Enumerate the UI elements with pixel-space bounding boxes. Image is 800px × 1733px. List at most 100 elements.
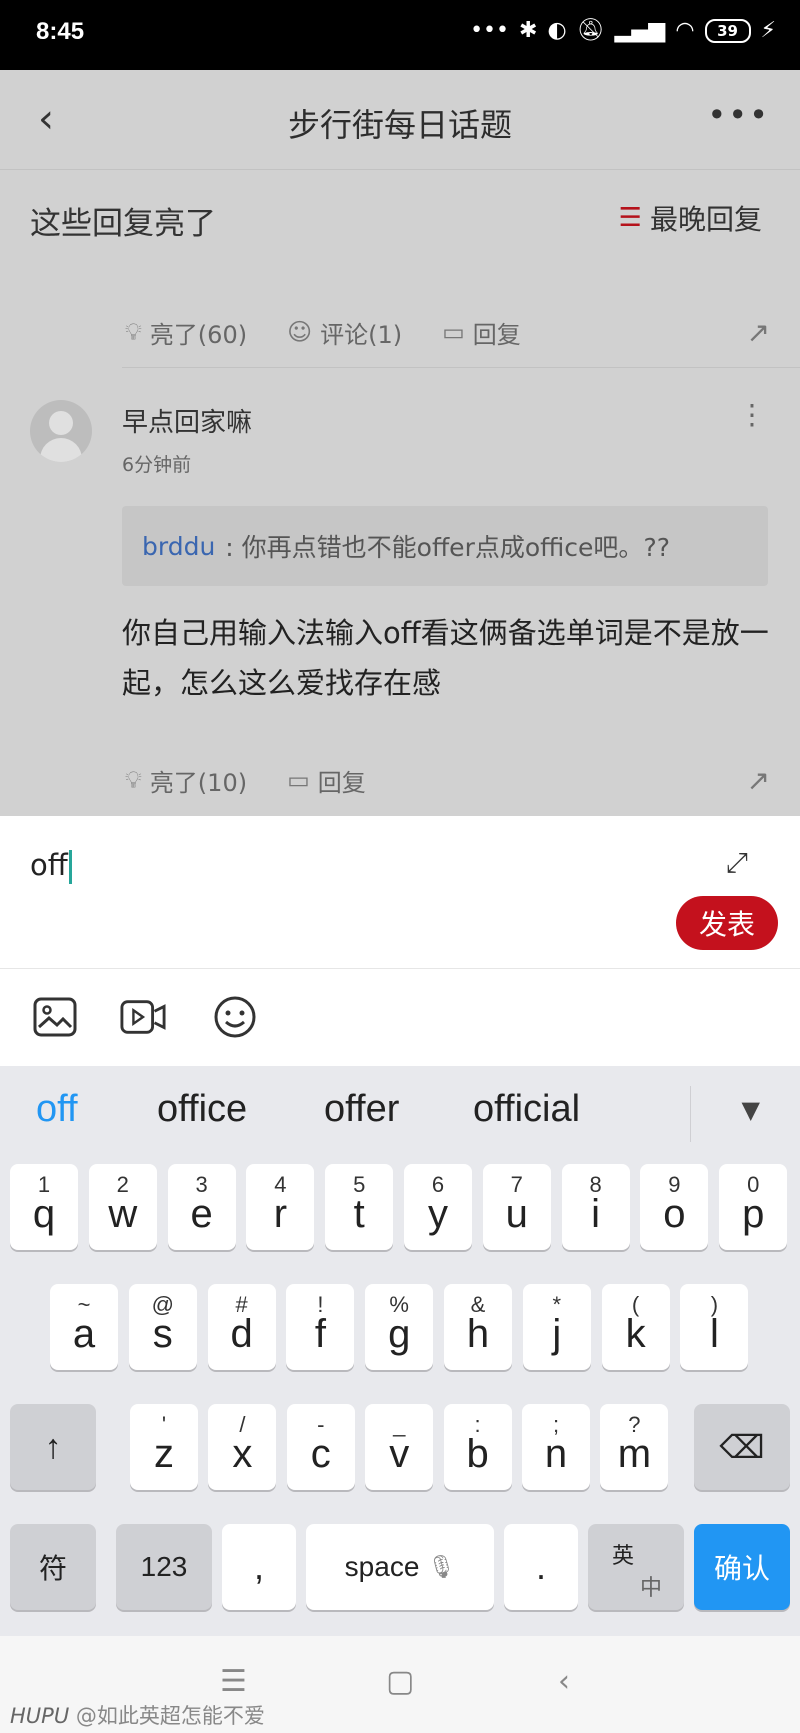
home-square-icon[interactable]: ▢ [386,1664,414,1699]
text-caret [68,850,72,884]
key-k[interactable]: (k [601,1284,670,1370]
key-m[interactable]: ? m [600,1404,669,1490]
comment-actions-bar: 💡︎ 亮了(10) ▭ 回复 ↗ [125,760,770,800]
like-button[interactable]: 💡︎ 亮了(60) [125,315,247,350]
key-b[interactable]: :b [443,1404,512,1490]
back-nav-icon[interactable]: ‹ [558,1664,570,1699]
key-primary-label: n [544,1432,568,1476]
confirm-key[interactable]: 确认 [694,1524,790,1610]
share-icon[interactable]: ↗ [747,316,770,349]
thread-view: ‹ 步行街每日话题 ••• 这些回复亮了 ☰ 最晚回复 💡︎ 亮了(60) ☺ … [0,70,800,816]
key-n[interactable]: ; n [522,1404,590,1490]
numbers-key[interactable]: 123 [116,1524,212,1610]
key-primary-label: p [742,1192,765,1236]
expand-icon[interactable]: ⤢ [726,846,748,880]
key-l[interactable]: ) l [680,1284,749,1370]
mute-bell-icon: 🔕︎ [576,18,605,43]
key-primary-label: y [428,1192,448,1236]
status-time: 8:45 [36,18,85,45]
post-button[interactable]: 发表 [676,896,778,950]
comment-username[interactable]: 早点回家嘛 [122,402,252,439]
signal-icon: ▂▄▆ [614,18,666,43]
share-icon[interactable]: ↗ [747,764,770,797]
comment-button[interactable]: ☺ 评论(1) [287,315,402,350]
key-primary-label: w [108,1192,138,1236]
shift-key[interactable]: ↑ [10,1404,96,1490]
key-t[interactable]: 5t [325,1164,394,1250]
chat-bubble-icon: ▭ [442,318,465,346]
suggestion-item[interactable]: off [36,1088,78,1131]
key-o[interactable]: 9o [640,1164,709,1250]
reply-input[interactable]: off [30,848,72,884]
space-label: space [344,1551,420,1582]
watermark-brand: HUPU [10,1704,70,1728]
key-z[interactable]: ' z [130,1404,198,1490]
symbols-key[interactable]: 符 [10,1524,96,1610]
kebab-menu-icon[interactable]: ⋮ [738,398,766,431]
comment-body: 你自己用输入法输入off看这俩备选单词是不是放一起，怎么这么爱找存在感 [122,616,769,700]
soft-keyboard: off office offer official ▼ 1q2w3e4r5t6y… [0,1066,800,1636]
key-q[interactable]: 1q [10,1164,78,1250]
backspace-key[interactable]: ⌫ [694,1404,790,1490]
key-y[interactable]: 6y [404,1164,472,1250]
key-primary-label: c [310,1432,331,1476]
status-bar: 8:45 ••• ✱ ◐ 🔕︎ ▂▄▆ ◠ 39 ⚡︎ [0,0,800,70]
period-key[interactable]: . [504,1524,578,1610]
key-e[interactable]: 3e [167,1164,236,1250]
lang-english-label: 英 [612,1543,635,1568]
key-primary-label: e [190,1192,213,1236]
comment-icon: ☺ [287,318,313,346]
sort-label: 最晚回复 [649,203,762,236]
chat-bubble-icon: ▭ [287,766,310,794]
toggle-icon: ◐ [547,18,567,43]
section-title: 这些回复亮了 [30,206,216,242]
chevron-down-icon[interactable]: ▼ [742,1096,760,1124]
suggestion-item[interactable]: offer [324,1088,399,1131]
status-icons: ••• ✱ ◐ 🔕︎ ▂▄▆ ◠ 39 ⚡︎ [470,18,776,43]
charging-icon: ⚡︎ [760,18,776,43]
key-primary-label: x [232,1432,253,1476]
sort-button[interactable]: ☰ 最晚回复 [619,198,762,238]
language-switch-key[interactable]: 英 中 [588,1524,684,1610]
key-v[interactable]: _ v [365,1404,434,1490]
quote-username[interactable]: brddu [142,532,215,561]
key-w[interactable]: 2w [88,1164,157,1250]
reply-button[interactable]: ▭ 回复 [442,315,521,350]
post-actions-bar: 💡︎ 亮了(60) ☺ 评论(1) ▭ 回复 ↗ [125,312,770,352]
space-key[interactable]: space 🎙︎ [306,1524,494,1610]
key-s[interactable]: @ s [128,1284,197,1370]
key-primary-label: h [466,1312,490,1356]
key-primary-label: j [552,1312,562,1356]
microphone-icon: 🎙︎ [427,1554,456,1579]
key-h[interactable]: & h [444,1284,512,1370]
battery-icon: 39 [704,18,751,43]
like-button[interactable]: 💡︎ 亮了(10) [125,763,247,798]
key-i[interactable]: 8i [561,1164,630,1250]
key-x[interactable]: / x [208,1404,277,1490]
key-j[interactable]: * j [522,1284,591,1370]
suggestion-item[interactable]: office [157,1088,247,1131]
suggestion-item[interactable]: official [473,1088,580,1131]
key-c[interactable]: -c [286,1404,355,1490]
key-r[interactable]: 4r [246,1164,315,1250]
reply-button[interactable]: ▭ 回复 [287,763,366,798]
quoted-reply: brddu : 你再点错也不能offer点成office吧。?? [122,506,768,586]
wifi-icon: ◠ [675,18,695,43]
key-g[interactable]: % g [365,1284,434,1370]
key-d[interactable]: # d [207,1284,276,1370]
key-f[interactable]: ! f [286,1284,355,1370]
key-u[interactable]: 7u [482,1164,551,1250]
comma-key[interactable]: , [222,1524,296,1610]
attachment-bar [0,970,800,1066]
more-options-icon[interactable]: ••• [707,96,770,134]
video-icon[interactable] [120,994,166,1040]
menu-icon[interactable]: ☰ [220,1664,247,1699]
suggestion-divider [690,1086,691,1142]
avatar[interactable] [30,400,92,462]
key-a[interactable]: ~ a [50,1284,118,1370]
reply-label: 回复 [472,320,521,349]
key-p[interactable]: 0p [719,1164,788,1250]
image-icon[interactable] [32,994,78,1040]
sort-icon: ☰ [618,203,642,233]
emoji-icon[interactable] [212,994,258,1040]
